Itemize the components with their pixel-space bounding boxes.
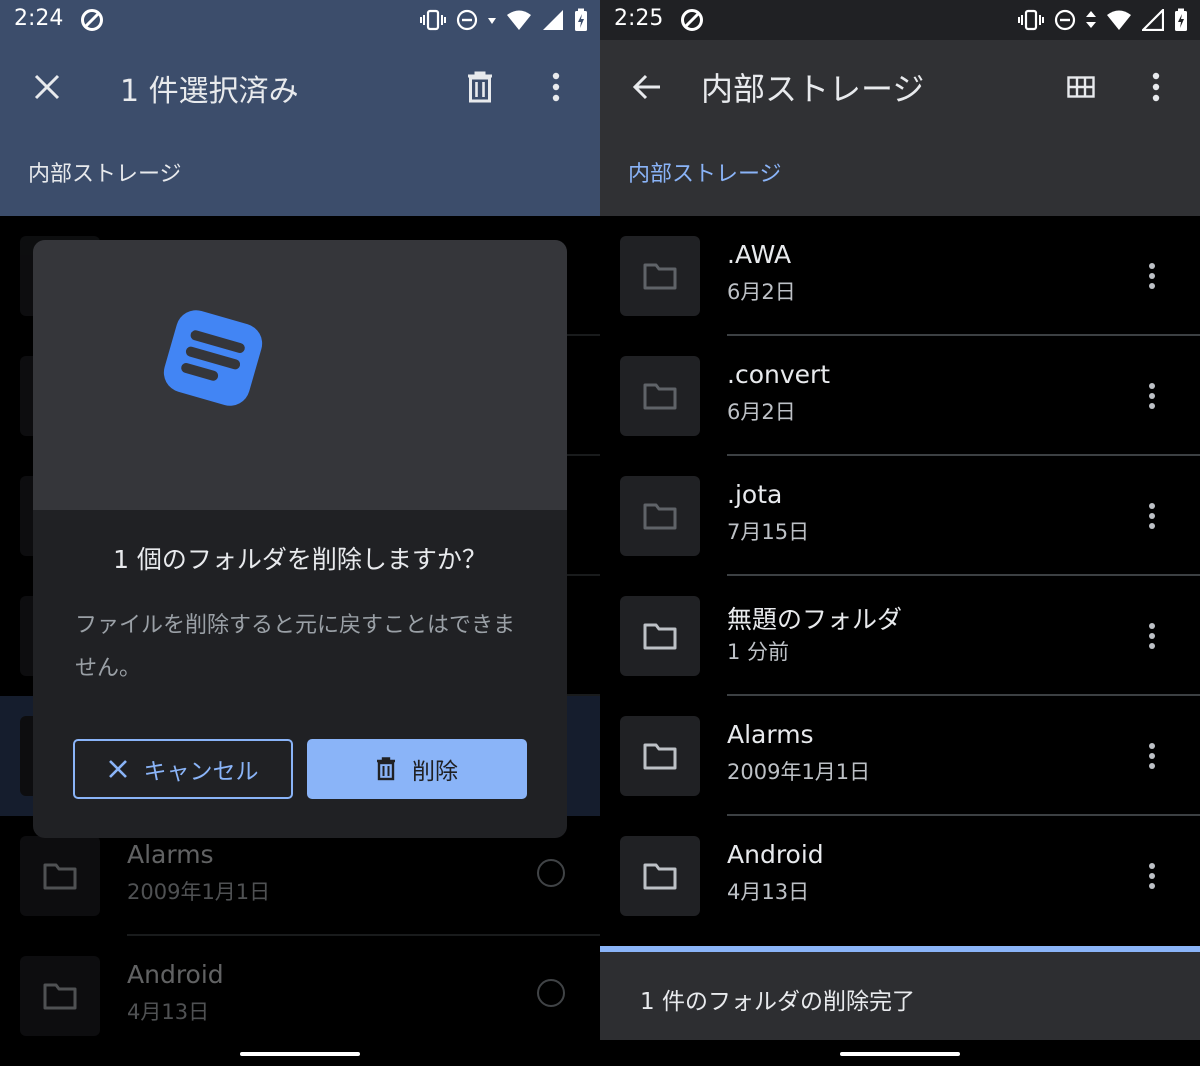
folder-thumb bbox=[620, 596, 700, 676]
more-vert-icon[interactable] bbox=[1146, 502, 1158, 530]
dialog-title: 1 個のフォルダを削除しますか？ bbox=[113, 545, 487, 574]
page-title: 内部ストレージ bbox=[701, 70, 925, 108]
breadcrumb[interactable]: 内部ストレージ bbox=[28, 156, 182, 188]
more-vert-icon[interactable] bbox=[1146, 862, 1158, 890]
selection-count-title: 1 件選択済み bbox=[120, 74, 299, 109]
close-icon bbox=[108, 760, 127, 778]
wifi-icon bbox=[507, 10, 531, 30]
signal-icon bbox=[543, 10, 563, 30]
gesture-nav-bar[interactable] bbox=[240, 1052, 360, 1056]
select-radio[interactable] bbox=[537, 979, 565, 1007]
dnd-icon bbox=[1054, 9, 1076, 31]
vibrate-icon bbox=[1018, 9, 1044, 31]
file-date: 4月13日 bbox=[127, 1000, 210, 1024]
list-item[interactable]: .jota 7月15日 bbox=[600, 456, 1200, 576]
gesture-nav-bar[interactable] bbox=[840, 1052, 960, 1056]
folder-icon bbox=[643, 623, 677, 650]
file-name: Alarms bbox=[727, 720, 814, 749]
more-vert-icon[interactable] bbox=[1146, 262, 1158, 290]
folder-icon bbox=[43, 983, 77, 1010]
file-date: 2009年1月1日 bbox=[127, 880, 271, 904]
cancel-label: キャンセル bbox=[143, 759, 259, 785]
delete-label: 削除 bbox=[412, 759, 458, 785]
folder-icon bbox=[643, 743, 677, 770]
wifi-icon bbox=[1107, 10, 1131, 30]
file-name: Android bbox=[727, 840, 824, 869]
file-name: Android bbox=[127, 960, 224, 989]
cancel-button[interactable]: キャンセル bbox=[73, 739, 293, 799]
file-date: 2009年1月1日 bbox=[727, 760, 871, 784]
battery-charging-icon bbox=[575, 8, 587, 31]
file-date: 4月13日 bbox=[727, 880, 810, 904]
dnd-icon bbox=[456, 9, 478, 31]
status-bar: 2:25 bbox=[600, 0, 1200, 40]
folder-icon bbox=[643, 383, 677, 410]
left-screen: 2:24 1 件選択済み 内部ストレージ Alarms 2009年1月1日 An… bbox=[0, 0, 600, 1066]
trash-icon[interactable] bbox=[466, 71, 494, 103]
vibrate-icon bbox=[420, 9, 446, 31]
folder-thumb bbox=[20, 956, 100, 1036]
trash-icon bbox=[377, 757, 395, 781]
breadcrumb[interactable]: 内部ストレージ bbox=[628, 156, 782, 188]
list-item[interactable]: Android 4月13日 bbox=[0, 936, 600, 1056]
folder-thumb bbox=[620, 716, 700, 796]
right-screen: 2:25 内部ストレージ 内部ストレージ .AWA 6月2日 .convert … bbox=[600, 0, 1200, 1066]
file-list: .AWA 6月2日 .convert 6月2日 .jota 7月15日 無題のフ… bbox=[600, 216, 1200, 946]
more-vert-icon[interactable] bbox=[1146, 742, 1158, 770]
folder-thumb bbox=[620, 476, 700, 556]
dialog-hero bbox=[33, 240, 567, 510]
status-time: 2:25 bbox=[614, 6, 664, 31]
file-date: 6月2日 bbox=[727, 400, 796, 424]
file-name: .jota bbox=[727, 480, 783, 509]
folder-icon bbox=[43, 863, 77, 890]
file-date: 6月2日 bbox=[727, 280, 796, 304]
status-bar: 2:24 bbox=[0, 0, 600, 40]
snackbar: 1 件のフォルダの削除完了 bbox=[600, 952, 1200, 1040]
files-app-icon bbox=[163, 310, 263, 406]
list-item[interactable]: 無題のフォルダ 1 分前 bbox=[600, 576, 1200, 696]
selection-app-bar: 1 件選択済み bbox=[0, 40, 600, 136]
file-date: 7月15日 bbox=[727, 520, 810, 544]
snackbar-message: 1 件のフォルダの削除完了 bbox=[640, 989, 915, 1015]
status-time: 2:24 bbox=[14, 6, 64, 31]
file-name: Alarms bbox=[127, 840, 214, 869]
folder-thumb bbox=[620, 836, 700, 916]
list-item[interactable]: .convert 6月2日 bbox=[600, 336, 1200, 456]
battery-charging-icon bbox=[1175, 8, 1187, 31]
no-disturb-app-icon bbox=[681, 9, 703, 31]
list-item[interactable]: Android 4月13日 bbox=[600, 816, 1200, 936]
arrow-back-icon[interactable] bbox=[632, 74, 662, 100]
folder-thumb bbox=[620, 236, 700, 316]
app-bar: 内部ストレージ bbox=[600, 40, 1200, 136]
dialog-message: ファイルを削除すると元に戻すことはできません。 bbox=[75, 613, 516, 681]
grid-view-icon[interactable] bbox=[1067, 76, 1095, 98]
select-radio[interactable] bbox=[537, 859, 565, 887]
delete-button[interactable]: 削除 bbox=[307, 739, 527, 799]
system-icons bbox=[1018, 8, 1188, 32]
folder-thumb bbox=[620, 356, 700, 436]
more-vert-icon[interactable] bbox=[1146, 382, 1158, 410]
more-vert-icon[interactable] bbox=[1146, 622, 1158, 650]
folder-thumb bbox=[20, 836, 100, 916]
file-date: 1 分前 bbox=[727, 640, 790, 664]
no-disturb-app-icon bbox=[81, 9, 103, 31]
file-name: .AWA bbox=[727, 240, 792, 269]
folder-icon bbox=[643, 503, 677, 530]
file-name: 無題のフォルダ bbox=[727, 605, 903, 634]
file-name: .convert bbox=[727, 360, 831, 389]
more-vert-icon[interactable] bbox=[550, 72, 562, 102]
list-item[interactable]: Alarms 2009年1月1日 bbox=[600, 696, 1200, 816]
more-vert-icon[interactable] bbox=[1150, 72, 1162, 102]
folder-icon bbox=[643, 863, 677, 890]
data-arrows-icon bbox=[488, 18, 496, 24]
list-item[interactable]: .AWA 6月2日 bbox=[600, 216, 1200, 336]
data-arrows-icon bbox=[1086, 11, 1096, 28]
folder-icon bbox=[643, 263, 677, 290]
system-icons bbox=[420, 8, 588, 32]
signal-icon bbox=[1142, 9, 1164, 31]
delete-confirm-dialog: 1 個のフォルダを削除しますか？ ファイルを削除すると元に戻すことはできません。… bbox=[33, 240, 567, 838]
close-icon[interactable] bbox=[33, 73, 61, 101]
